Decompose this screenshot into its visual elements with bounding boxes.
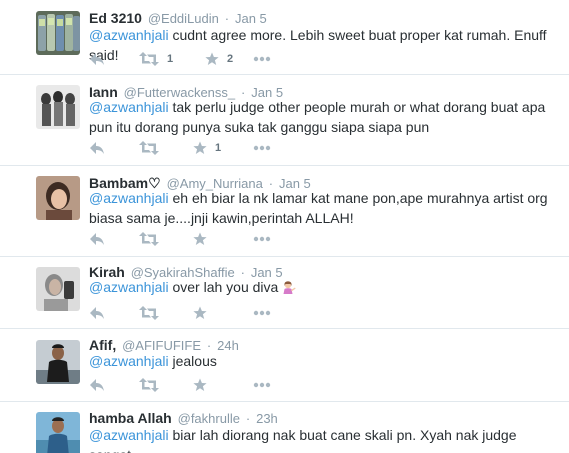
tweet-mention[interactable]: @azwanhjali: [89, 190, 169, 206]
retweet-icon: [139, 378, 159, 392]
retweet-button[interactable]: 1: [139, 50, 173, 68]
retweet-icon: [139, 232, 159, 246]
tweet-username[interactable]: @EddiLudin: [148, 11, 219, 26]
more-dots-icon: [253, 145, 271, 151]
tweet-time-separator: ·: [224, 11, 230, 26]
star-icon: [193, 306, 207, 319]
tweet-text: @azwanhjali over lah you diva: [89, 277, 559, 297]
more-dots-icon: [253, 382, 271, 388]
tweet-mention[interactable]: @azwanhjali: [89, 99, 169, 115]
star-icon: [193, 141, 207, 154]
star-icon: [193, 232, 207, 245]
tweet-username[interactable]: @fakhrulle: [178, 411, 240, 426]
tweet-mention[interactable]: @azwanhjali: [89, 427, 169, 443]
avatar-figures-image: [36, 85, 80, 129]
tweet-stream: Ed 3210 @EddiLudin · Jan 5 @azwanhjali c…: [0, 0, 569, 453]
retweet-icon: [139, 52, 159, 66]
avatar-girl-image: [36, 176, 80, 220]
retweet-button[interactable]: [139, 376, 167, 394]
tweet[interactable]: Bambam♡ @Amy_Nurriana · Jan 5 @azwanhjal…: [0, 166, 569, 257]
favorite-count: 2: [227, 53, 234, 65]
favorite-button[interactable]: 2: [205, 50, 233, 68]
more-dots-icon: [253, 310, 271, 316]
reply-button[interactable]: [89, 50, 105, 68]
reply-icon: [90, 233, 104, 245]
more-button[interactable]: [253, 376, 271, 394]
more-button[interactable]: [253, 230, 271, 248]
tweet-text: @azwanhjali eh eh biar la nk lamar kat m…: [89, 188, 559, 228]
reply-button[interactable]: [89, 376, 105, 394]
tweet-mention[interactable]: @azwanhjali: [89, 279, 169, 295]
tweet-body: jealous: [168, 353, 217, 369]
tweet[interactable]: Ed 3210 @EddiLudin · Jan 5 @azwanhjali c…: [0, 0, 569, 75]
tweet-timestamp[interactable]: 23h: [256, 411, 278, 426]
avatar-man-image: [36, 412, 80, 453]
retweet-button[interactable]: [139, 230, 167, 248]
tweet-mention[interactable]: @azwanhjali: [89, 353, 169, 369]
retweet-button[interactable]: [139, 304, 167, 322]
favorite-button[interactable]: [193, 304, 215, 322]
favorite-count: 1: [215, 142, 222, 154]
avatar-selfie-image: [36, 267, 80, 311]
avatar-phones-image: [36, 11, 80, 55]
tweet-body: over lah you diva: [168, 279, 283, 295]
reply-icon: [90, 379, 104, 391]
avatar[interactable]: [36, 85, 80, 129]
tweet-text: @azwanhjali tak perlu judge other people…: [89, 97, 559, 137]
tweet-timestamp[interactable]: Jan 5: [235, 11, 267, 26]
more-button[interactable]: [253, 50, 271, 68]
avatar[interactable]: [36, 176, 80, 220]
avatar[interactable]: [36, 267, 80, 311]
more-button[interactable]: [253, 139, 271, 157]
tweet-fullname[interactable]: hamba Allah: [89, 410, 172, 426]
retweet-count: 1: [167, 53, 174, 65]
tweet-text: @azwanhjali biar lah diorang nak buat ca…: [89, 425, 559, 453]
reply-icon: [90, 142, 104, 154]
favorite-button[interactable]: [193, 376, 215, 394]
more-dots-icon: [253, 56, 271, 62]
more-button[interactable]: [253, 304, 271, 322]
tweet[interactable]: Afif, @AFIFUFIFE · 24h @azwanhjali jealo…: [0, 329, 569, 402]
information-desk-person-emoji: [283, 281, 296, 294]
avatar[interactable]: [36, 11, 80, 55]
favorite-button[interactable]: [193, 230, 215, 248]
tweet[interactable]: hamba Allah @fakhrulle · 23h @azwanhjali…: [0, 402, 569, 453]
tweet-text: @azwanhjali jealous: [89, 351, 559, 371]
reply-button[interactable]: [89, 139, 105, 157]
star-icon: [193, 378, 207, 391]
tweet-fullname[interactable]: Ed 3210: [89, 10, 142, 26]
reply-button[interactable]: [89, 304, 105, 322]
reply-icon: [90, 307, 104, 319]
tweet-mention[interactable]: @azwanhjali: [89, 27, 169, 43]
favorite-button[interactable]: 1: [193, 139, 221, 157]
avatar-boy-image: [36, 340, 80, 384]
avatar[interactable]: [36, 340, 80, 384]
tweet[interactable]: Kirah @SyakirahShaffie · Jan 5 @azwanhja…: [0, 257, 569, 329]
retweet-button[interactable]: [139, 139, 167, 157]
star-icon: [205, 52, 219, 65]
avatar[interactable]: [36, 412, 80, 453]
reply-button[interactable]: [89, 230, 105, 248]
retweet-icon: [139, 141, 159, 155]
tweet-time-separator: ·: [245, 411, 251, 426]
tweet[interactable]: Iann @Futterwackenss_ · Jan 5 @azwanhjal…: [0, 75, 569, 166]
reply-icon: [90, 53, 104, 65]
retweet-icon: [139, 306, 159, 320]
more-dots-icon: [253, 236, 271, 242]
